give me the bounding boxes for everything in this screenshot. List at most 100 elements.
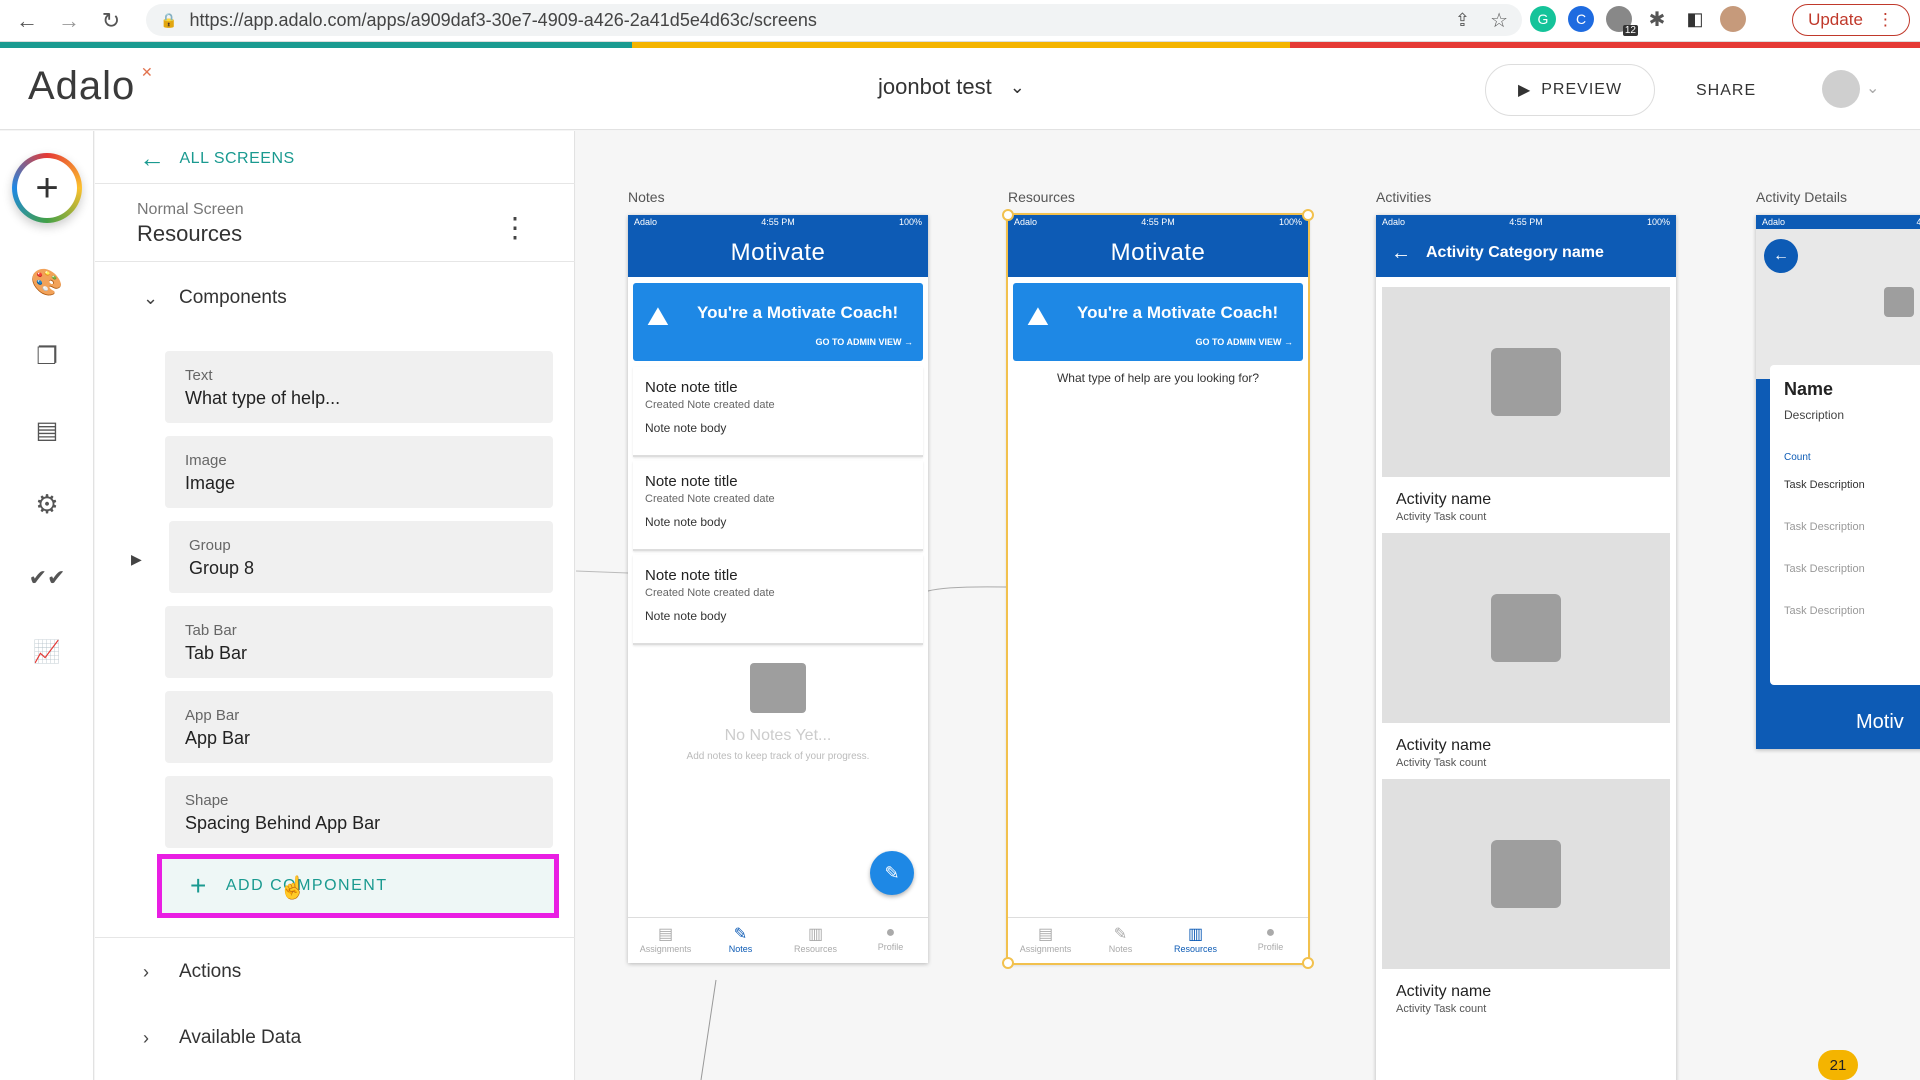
tab-profile[interactable]: ● Profile — [1233, 918, 1308, 963]
settings-gear-icon[interactable]: ⚙ — [30, 487, 64, 521]
actions-section-toggle[interactable]: › Actions — [143, 961, 241, 983]
reload-icon[interactable]: ↻ — [96, 6, 126, 36]
component-type: Tab Bar — [185, 622, 237, 639]
account-chevron-icon[interactable]: ⌄ — [1866, 78, 1879, 98]
activity-card[interactable]: Activity name Activity Task count — [1382, 287, 1670, 523]
add-component-button[interactable]: + ADD COMPONENT — [157, 854, 559, 918]
tab-label: Assignments — [639, 944, 692, 954]
tab-notes[interactable]: ✎ Notes — [703, 918, 778, 963]
publish-check-icon[interactable]: ✔✔ — [29, 561, 66, 595]
palette-icon[interactable]: 🎨 — [30, 265, 64, 299]
component-item-shape[interactable]: Shape Spacing Behind App Bar — [165, 776, 553, 848]
add-component-label: ADD COMPONENT — [225, 877, 388, 894]
tab-label: Resources — [793, 944, 838, 954]
grammarly-icon[interactable]: G — [1530, 6, 1556, 32]
back-arrow-icon[interactable]: ← — [1764, 239, 1798, 273]
back-arrow-icon[interactable]: ← — [12, 6, 42, 36]
activity-card[interactable]: Activity name Activity Task count — [1382, 533, 1670, 769]
preview-label: PREVIEW — [1541, 81, 1623, 98]
more-vert-icon: ⋮ — [1876, 10, 1894, 29]
preview-button[interactable]: ▶ PREVIEW — [1485, 64, 1655, 116]
note-body: Note note body — [645, 609, 727, 623]
component-item-image[interactable]: Image Image — [165, 436, 553, 508]
address-bar[interactable]: 🔒 https://app.adalo.com/apps/a909daf3-30… — [146, 4, 1522, 36]
extension-badge-icon[interactable]: 12 — [1606, 6, 1638, 36]
note-card[interactable]: Note note title Created Note created dat… — [633, 555, 923, 645]
available-data-section-toggle[interactable]: › Available Data — [143, 1027, 301, 1049]
screen-label-activities: Activities — [1376, 189, 1432, 205]
activity-card[interactable]: Activity name Activity Task count — [1382, 779, 1670, 1015]
screen-activity-details[interactable]: Adalo 4:55 PM ← Name Description Count T… — [1756, 215, 1920, 749]
component-item-text[interactable]: Text What type of help... — [165, 351, 553, 423]
image-icon — [1491, 594, 1561, 662]
analytics-icon[interactable]: 📈 — [30, 635, 64, 669]
note-card[interactable]: Note note title Created Note created dat… — [633, 367, 923, 457]
forward-arrow-icon[interactable]: → — [54, 6, 84, 36]
expand-group-icon[interactable]: ▶ — [131, 551, 142, 568]
update-button[interactable]: Update ⋮ — [1792, 4, 1910, 36]
adalo-logo[interactable]: Adalo — [28, 64, 135, 109]
screen-notes[interactable]: Adalo 4:55 PM 100% Motivate ⛰ You're a M… — [628, 215, 928, 963]
browser-toolbar: ← → ↻ 🔒 https://app.adalo.com/apps/a909d… — [0, 0, 1920, 42]
more-options-icon[interactable]: ⋮ — [501, 211, 529, 244]
database-icon[interactable]: ▤ — [30, 413, 64, 447]
share-button[interactable]: SHARE — [1696, 82, 1756, 100]
edit-fab-icon[interactable]: ✎ — [870, 851, 914, 895]
all-screens-label: ALL SCREENS — [179, 149, 295, 167]
components-section-toggle[interactable]: ⌄ Components — [143, 287, 287, 309]
motivate-logo: Motiv — [1856, 711, 1904, 733]
screen-label-activity-details: Activity Details — [1756, 189, 1848, 205]
image-icon — [1491, 348, 1561, 416]
tab-assignments[interactable]: ▤ Assignments — [1008, 918, 1083, 963]
app-header: Adalo ✕ joonbot test ⌄ ▶ PREVIEW SHARE ⌄ — [0, 48, 1920, 130]
play-icon: ▶ — [1517, 82, 1532, 99]
component-item-tab-bar[interactable]: Tab Bar Tab Bar — [165, 606, 553, 678]
component-name: App Bar — [185, 728, 251, 748]
back-arrow-icon[interactable]: ← — [1376, 242, 1426, 265]
image-placeholder — [1382, 779, 1670, 969]
image-placeholder — [1382, 287, 1670, 477]
screen-resources[interactable]: Adalo 4:55 PM 100% Motivate ⛰ You're a M… — [1006, 213, 1310, 965]
sidebar-toggle-icon[interactable]: ◧ — [1682, 6, 1708, 32]
extension-c-icon[interactable]: C — [1568, 6, 1594, 32]
divider — [95, 937, 575, 938]
detail-name: Name — [1784, 379, 1834, 399]
extension-badge-count: 12 — [1622, 25, 1638, 36]
profile-icon: ● — [885, 924, 896, 941]
project-switcher[interactable]: joonbot test ⌄ — [878, 74, 1025, 100]
share-page-icon[interactable]: ⇪ — [1455, 10, 1470, 31]
note-title: Note note title — [645, 567, 738, 584]
component-item-group[interactable]: Group Group 8 — [169, 521, 553, 593]
tab-assignments[interactable]: ▤ Assignments — [628, 918, 703, 963]
bookmark-star-icon[interactable]: ☆ — [1490, 8, 1508, 33]
screen-activities[interactable]: Adalo 4:55 PM 100% ← Activity Category n… — [1376, 215, 1676, 1080]
resize-handle[interactable] — [1002, 957, 1014, 969]
screen-name[interactable]: Resources — [137, 221, 242, 247]
screens-icon[interactable]: ❐ — [30, 339, 64, 373]
status-bar: Adalo 4:55 PM — [1756, 215, 1920, 229]
activity-count: Activity Task count — [1396, 1003, 1487, 1015]
tab-resources[interactable]: ▥ Resources — [1158, 918, 1233, 963]
resize-handle[interactable] — [1002, 209, 1014, 221]
tab-notes[interactable]: ✎ Notes — [1083, 918, 1158, 963]
all-screens-link[interactable]: ← ALL SCREENS — [139, 143, 295, 174]
profile-avatar[interactable] — [1720, 6, 1746, 32]
screens-canvas[interactable]: Notes Adalo 4:55 PM 100% Motivate ⛰ You'… — [576, 131, 1920, 1080]
battery: 100% — [1646, 217, 1670, 227]
component-item-app-bar[interactable]: App Bar App Bar — [165, 691, 553, 763]
notification-count-badge[interactable]: 21 — [1818, 1050, 1858, 1080]
admin-view-label: GO TO ADMIN VIEW — [1195, 337, 1282, 347]
tab-profile[interactable]: ● Profile — [853, 918, 928, 963]
divider — [95, 261, 575, 262]
carrier: Adalo — [1014, 217, 1038, 227]
add-button[interactable]: + — [12, 153, 82, 223]
component-type: Text — [185, 367, 213, 384]
note-card[interactable]: Note note title Created Note created dat… — [633, 461, 923, 551]
coach-banner[interactable]: ⛰ You're a Motivate Coach! GO TO ADMIN V… — [633, 283, 923, 361]
puzzle-icon[interactable]: ✱ — [1644, 6, 1670, 32]
tab-resources[interactable]: ▥ Resources — [778, 918, 853, 963]
resize-handle[interactable] — [1302, 209, 1314, 221]
account-avatar-icon[interactable] — [1822, 70, 1860, 108]
resize-handle[interactable] — [1302, 957, 1314, 969]
coach-banner[interactable]: ⛰ You're a Motivate Coach! GO TO ADMIN V… — [1013, 283, 1303, 361]
